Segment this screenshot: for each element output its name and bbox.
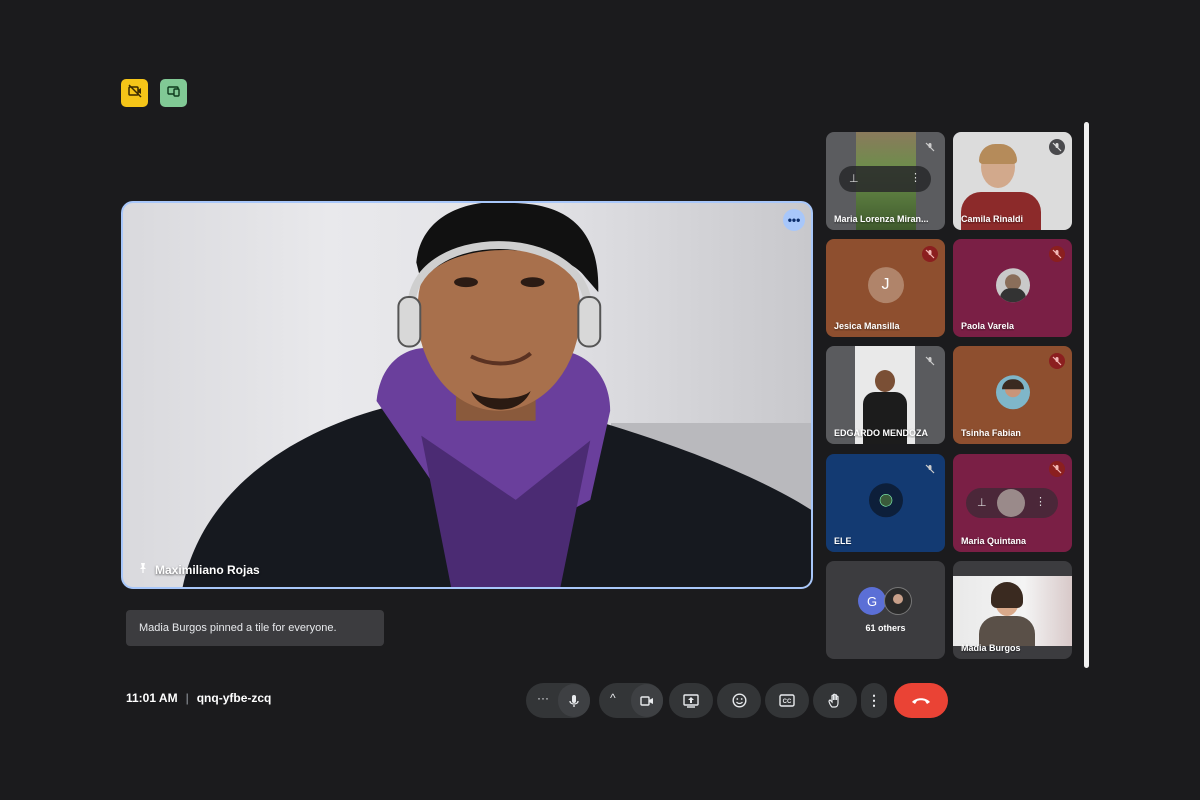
participant-tile[interactable]: Paola Varela [953, 239, 1072, 337]
more-participants-tile[interactable]: G 61 others [826, 561, 945, 659]
emoji-icon [731, 693, 747, 708]
avatar [868, 483, 903, 518]
more-options-button[interactable]: ⋮ [861, 683, 887, 718]
devices-icon [166, 84, 181, 103]
mic-off-icon [1049, 139, 1065, 155]
raise-hand-button[interactable] [813, 683, 857, 718]
mic-off-icon [922, 246, 938, 262]
microphone-button[interactable] [558, 684, 590, 717]
meeting-details: 11:01 AM | qnq-yfbe-zcq [126, 691, 271, 705]
avatar [995, 268, 1030, 303]
mic-off-icon [1049, 461, 1065, 477]
tile-hover-controls[interactable]: ⊥ ⋮ [966, 488, 1058, 518]
mic-off-icon [922, 353, 938, 369]
participant-tile[interactable]: Camila Rinaldi [953, 132, 1072, 230]
separator: | [185, 691, 189, 705]
meeting-code[interactable]: qnq-yfbe-zcq [197, 691, 272, 705]
camera-off-indicator[interactable] [121, 79, 148, 107]
leave-call-button[interactable] [894, 683, 948, 718]
closed-captions-icon: CC [779, 694, 795, 707]
participant-name: Maria Lorenza Miran... [834, 214, 929, 224]
camera-off-icon [127, 83, 142, 103]
reactions-button[interactable] [717, 683, 761, 718]
participant-name: Maria Quintana [961, 536, 1027, 546]
participant-name: Camila Rinaldi [961, 214, 1024, 224]
current-time: 11:01 AM [126, 691, 178, 705]
avatar [884, 587, 912, 615]
devices-indicator[interactable] [160, 79, 187, 107]
mic-off-icon [1049, 353, 1065, 369]
pin-icon[interactable]: ⊥ [849, 172, 859, 185]
captions-button[interactable]: CC [765, 683, 809, 718]
mic-off-icon [922, 461, 938, 477]
participant-tile[interactable]: ⊥ ⋮ Maria Quintana [953, 454, 1072, 552]
avatar-initial: G [866, 593, 878, 609]
more-horiz-icon: ••• [787, 213, 801, 227]
participant-name: Paola Varela [961, 321, 1015, 331]
camera-button[interactable] [631, 684, 663, 717]
present-screen-button[interactable] [669, 683, 713, 718]
more-vert-icon[interactable]: ⋮ [1035, 495, 1046, 508]
participant-name: EDGARDO MENDOZA [834, 428, 928, 438]
toast-message: Madia Burgos pinned a tile for everyone. [139, 622, 337, 634]
others-count: 61 others [865, 623, 906, 633]
participant-name: Tsinha Fabian [961, 428, 1021, 438]
more-audio-options-icon[interactable]: ··· [537, 691, 549, 705]
avatar-initial: J [881, 276, 890, 294]
participants-scrollbar[interactable] [1084, 122, 1089, 668]
pin-icon [137, 562, 149, 577]
tile-hover-controls[interactable]: ⊥ ⋮ [839, 166, 931, 192]
call-end-icon [912, 697, 930, 704]
participant-name: ELE [834, 536, 852, 546]
microphone-icon [569, 694, 579, 707]
participant-tile[interactable]: Tsinha Fabian [953, 346, 1072, 444]
pin-notification-toast: Madia Burgos pinned a tile for everyone. [126, 610, 384, 646]
avatar [995, 375, 1030, 410]
participant-name: Maximiliano Rojas [155, 562, 260, 577]
participant-tile[interactable]: ELE [826, 454, 945, 552]
avatar: G [858, 587, 886, 615]
chevron-up-icon[interactable]: ^ [610, 691, 616, 705]
svg-text:CC: CC [783, 699, 792, 705]
more-vert-icon[interactable]: ⋮ [910, 171, 921, 184]
hand-icon [828, 693, 839, 708]
pinned-participant-tile[interactable]: ••• Maximiliano Rojas [121, 201, 813, 589]
more-vert-icon: ⋮ [867, 692, 881, 708]
mic-off-icon [922, 139, 938, 155]
camera-icon [640, 695, 653, 706]
present-screen-icon [683, 693, 699, 708]
participant-tile[interactable]: EDGARDO MENDOZA [826, 346, 945, 444]
pin-icon[interactable]: ⊥ [977, 496, 987, 509]
participant-name: Jesica Mansilla [834, 321, 900, 331]
participant-video [953, 576, 1072, 646]
mic-off-icon [1049, 246, 1065, 262]
participant-tile[interactable]: ⊥ ⋮ Maria Lorenza Miran... [826, 132, 945, 230]
video-controls-group: ^ [599, 683, 663, 718]
participant-tile[interactable]: Madia Burgos [953, 561, 1072, 659]
participant-video [182, 203, 811, 587]
avatar [997, 489, 1025, 517]
participant-tile[interactable]: J Jesica Mansilla [826, 239, 945, 337]
tile-options-button[interactable]: ••• [783, 209, 805, 231]
participant-name-label: Maximiliano Rojas [137, 562, 260, 577]
avatar: J [867, 267, 904, 304]
audio-controls-group: ··· [526, 683, 590, 718]
participant-name: Madia Burgos [961, 643, 1021, 653]
